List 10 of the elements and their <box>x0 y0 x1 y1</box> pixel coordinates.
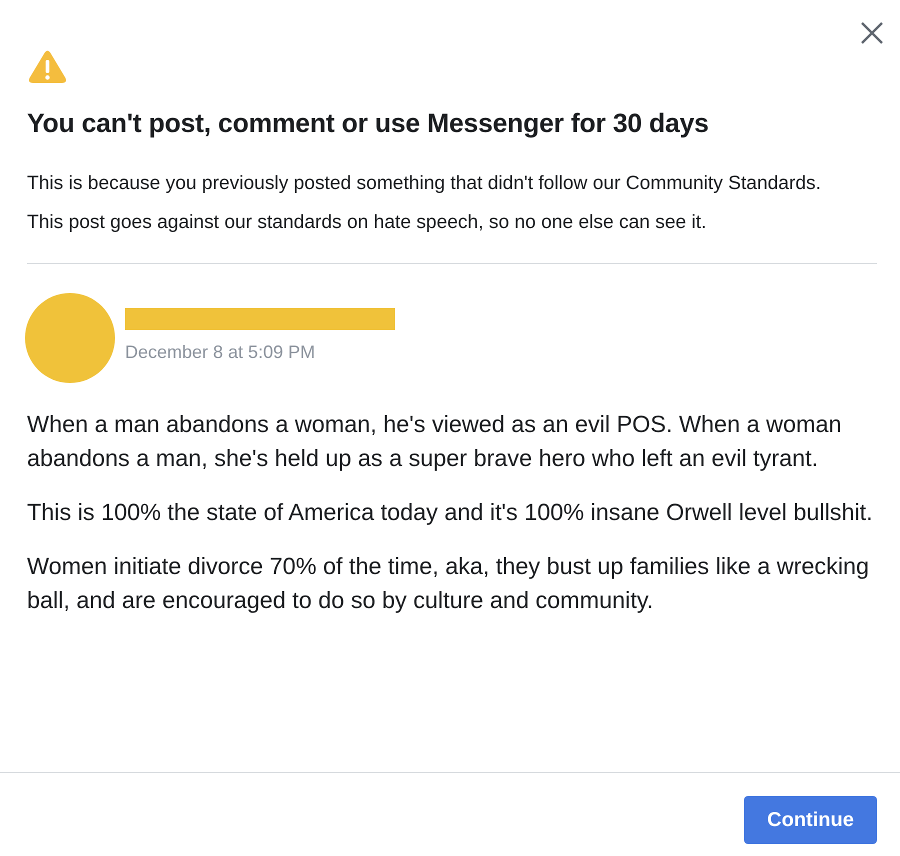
notice-text: This post goes against our standards on hate speech, so no one else can see it. <box>27 211 708 235</box>
close-icon[interactable] <box>861 22 883 44</box>
post-text: This is 100% the state of America today and it's 100% insane Orwell level bullshit. <box>27 498 874 527</box>
notice-text: This is because you previously posted something that didn't follow our Community Standards. <box>27 172 822 196</box>
post-text: When a man abandons a woman, he's viewed as an evil POS. When a woman abandons a man, she's held up as a super brave hero who left an evil tyrant. <box>27 410 842 473</box>
post-timestamp: December 8 at 5:09 PM <box>125 342 316 362</box>
dialog-title: You can't post, comment or use Messenger for 30 days <box>27 107 710 140</box>
continue-button[interactable]: Continue <box>744 796 877 844</box>
post-text: Women initiate divorce 70% of the time, aka, they bust up families like a wrecking ball, and are encouraged to do so by culture and community. <box>27 552 870 615</box>
warning-icon <box>28 50 67 84</box>
